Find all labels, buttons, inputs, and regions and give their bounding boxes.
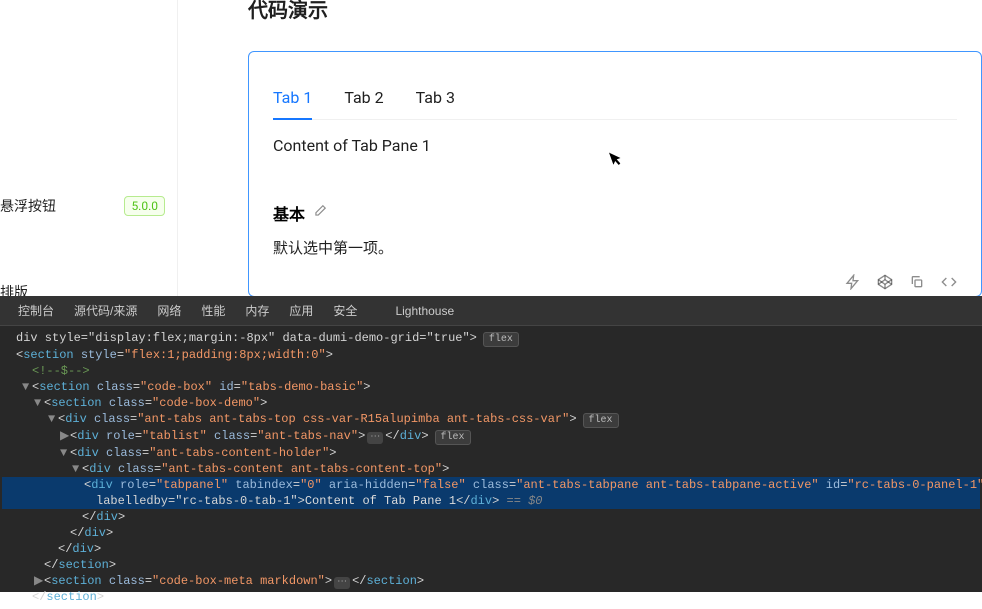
devtools-element-row[interactable]: ▼<div class="ant-tabs-content ant-tabs-c… — [2, 461, 980, 477]
demo-box: Tab 1 Tab 2 Tab 3 Content of Tab Pane 1 … — [248, 51, 982, 297]
devtools-tab-lighthouse[interactable]: Lighthouse — [385, 296, 464, 326]
devtools-element-selected[interactable]: labelledby="rc-tabs-0-tab-1">Content of … — [2, 493, 980, 509]
sidebar-item-label: 悬浮按钮 — [0, 196, 56, 216]
devtools-element-row[interactable]: </div> — [2, 509, 980, 525]
demo-actions — [845, 274, 957, 294]
devtools-tab-console[interactable]: 控制台 — [8, 296, 64, 326]
devtools-element-row[interactable]: </section> — [2, 557, 980, 573]
devtools-tab-application[interactable]: 应用 — [279, 296, 323, 326]
devtools-element-row[interactable]: div style="display:flex;margin:-8px" dat… — [2, 330, 980, 347]
devtools-element-row[interactable]: ▼<section class="code-box-demo"> — [2, 395, 980, 411]
sidebar-item-float-button[interactable]: 悬浮按钮 5.0.0 — [0, 190, 177, 222]
codepen-icon[interactable] — [877, 274, 893, 294]
sidebar: 悬浮按钮 5.0.0 排版 — [0, 0, 178, 296]
devtools-element-row[interactable]: </div> — [2, 525, 980, 541]
version-badge: 5.0.0 — [124, 196, 165, 216]
section-title: 代码演示 — [248, 0, 982, 23]
main-content: 代码演示 Tab 1 Tab 2 Tab 3 Content of Tab Pa… — [248, 0, 982, 297]
devtools-element-row[interactable]: ▼<div class="ant-tabs-content-holder"> — [2, 445, 980, 461]
devtools-tab-network[interactable]: 网络 — [147, 296, 191, 326]
tab-3[interactable]: Tab 3 — [416, 76, 455, 119]
devtools-tab-performance[interactable]: 性能 — [191, 296, 235, 326]
tab-1[interactable]: Tab 1 — [273, 76, 312, 119]
devtools-elements-tree[interactable]: div style="display:flex;margin:-8px" dat… — [0, 326, 982, 609]
devtools-element-selected[interactable]: <div role="tabpanel" tabindex="0" aria-h… — [2, 477, 980, 493]
edit-icon[interactable] — [313, 204, 327, 222]
devtools-element-row[interactable]: <!--$--> — [2, 363, 980, 379]
demo-title-row: 基本 — [273, 201, 957, 225]
devtools-element-row[interactable]: ▶<div role="tablist" class="ant-tabs-nav… — [2, 428, 980, 445]
thunder-icon[interactable] — [845, 274, 861, 294]
code-icon[interactable] — [941, 274, 957, 294]
devtools-element-row[interactable]: ▼<section class="code-box" id="tabs-demo… — [2, 379, 980, 395]
tab-2[interactable]: Tab 2 — [344, 76, 383, 119]
devtools-element-row[interactable]: <section style="flex:1;padding:8px;width… — [2, 347, 980, 363]
devtools-tab-security[interactable]: 安全 — [323, 296, 367, 326]
demo-description: 默认选中第一项。 — [273, 237, 957, 258]
tabs-nav: Tab 1 Tab 2 Tab 3 — [273, 76, 957, 120]
devtools-element-row[interactable]: </section> — [2, 589, 980, 605]
devtools-element-row[interactable]: ▼<div class="ant-tabs ant-tabs-top css-v… — [2, 411, 980, 428]
devtools-panel: 控制台 源代码/来源 网络 性能 内存 应用 安全 Lighthouse div… — [0, 296, 982, 592]
devtools-element-row[interactable]: ▶<section class="code-box-meta markdown"… — [2, 573, 980, 589]
demo-title: 基本 — [273, 201, 305, 225]
devtools-tab-sources[interactable]: 源代码/来源 — [64, 296, 147, 326]
devtools-tab-memory[interactable]: 内存 — [235, 296, 279, 326]
devtools-tabs: 控制台 源代码/来源 网络 性能 内存 应用 安全 Lighthouse — [0, 296, 982, 326]
devtools-element-row[interactable]: </div> — [2, 541, 980, 557]
copy-icon[interactable] — [909, 274, 925, 294]
